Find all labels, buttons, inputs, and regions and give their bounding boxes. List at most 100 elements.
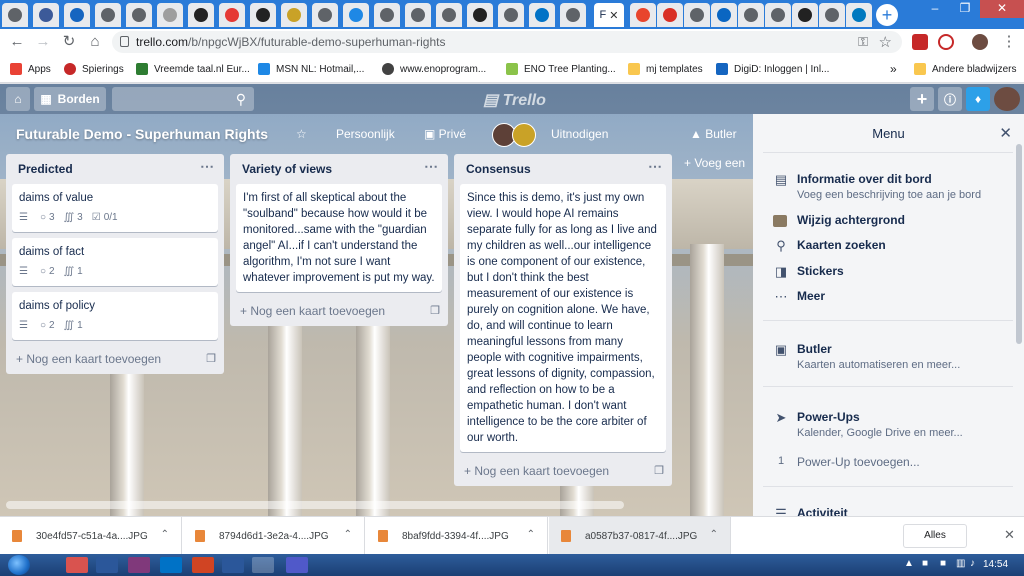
bookmark-other[interactable]: Andere bladwijzers: [914, 61, 1017, 77]
browser-tab[interactable]: [684, 3, 710, 27]
tray-icon[interactable]: ■: [940, 558, 946, 569]
bookmark-vreemde-taal[interactable]: Vreemde taal.nl Eur...: [136, 61, 250, 77]
start-button[interactable]: [8, 555, 30, 575]
word-icon[interactable]: [96, 557, 118, 573]
browser-tab[interactable]: [630, 3, 656, 27]
browser-tab[interactable]: [219, 3, 245, 27]
bookmark-mj-templates[interactable]: mj templates: [628, 61, 703, 77]
list-title[interactable]: Consensus: [466, 162, 531, 176]
taskbar-app-icon[interactable]: [66, 557, 88, 573]
bookmark-digid[interactable]: DigiD: Inloggen | Inl...: [716, 61, 829, 77]
home-icon[interactable]: ⌂: [6, 87, 30, 111]
browser-tab[interactable]: [2, 3, 28, 27]
close-tab-icon[interactable]: ✕: [609, 9, 618, 22]
card[interactable]: I'm first of all skeptical about the "so…: [236, 184, 442, 292]
add-card-button[interactable]: + Nog een kaart toevoegen ❐: [6, 346, 224, 374]
browser-tab[interactable]: [95, 3, 121, 27]
browser-tab[interactable]: [374, 3, 400, 27]
browser-tab[interactable]: [33, 3, 59, 27]
info-icon[interactable]: ⓘ: [938, 87, 962, 111]
browser-tab[interactable]: [765, 3, 791, 27]
browser-tab[interactable]: [846, 3, 872, 27]
bookmarks-overflow[interactable]: »: [890, 61, 897, 77]
card[interactable]: daims of fact ☰ ○ 2 ∭ 1: [12, 238, 218, 286]
boards-button[interactable]: ▦ Borden: [34, 87, 106, 111]
add-card-button[interactable]: + Nog een kaart toevoegen ❐: [230, 298, 448, 326]
board-title[interactable]: Futurable Demo - Superhuman Rights: [16, 126, 268, 142]
template-icon[interactable]: ❐: [430, 304, 440, 317]
word-icon[interactable]: [222, 557, 244, 573]
browser-tab[interactable]: [529, 3, 555, 27]
chrome-menu-icon[interactable]: ⋮: [1000, 33, 1018, 51]
visibility-button[interactable]: ▣ Privé: [424, 127, 466, 141]
browser-tab[interactable]: [405, 3, 431, 27]
download-item[interactable]: 8baf9fdd-3394-4f....JPG ⌃: [366, 517, 548, 555]
browser-tab[interactable]: [157, 3, 183, 27]
chrome-icon[interactable]: [252, 557, 274, 573]
browser-tab[interactable]: [188, 3, 214, 27]
butler-button[interactable]: ▲ Butler: [690, 127, 737, 141]
browser-tab[interactable]: [711, 3, 737, 27]
bookmark-eno-tree[interactable]: ENO Tree Planting...: [506, 61, 616, 77]
browser-tab[interactable]: [738, 3, 764, 27]
template-icon[interactable]: ❐: [654, 464, 664, 477]
show-all-downloads-button[interactable]: Alles weergeven: [903, 524, 967, 563]
onenote-icon[interactable]: [128, 557, 150, 573]
chevron-up-icon[interactable]: ⌃: [527, 529, 535, 540]
member-avatar[interactable]: [994, 87, 1020, 111]
list-menu-icon[interactable]: ⋯: [648, 158, 662, 175]
bookmark-spierings[interactable]: Spierings: [64, 61, 124, 77]
browser-tab[interactable]: [498, 3, 524, 27]
horizontal-scrollbar[interactable]: [6, 501, 624, 509]
list-menu-icon[interactable]: ⋯: [200, 158, 214, 175]
invite-button[interactable]: Uitnodigen: [551, 127, 608, 141]
search-input[interactable]: ⚲: [112, 87, 254, 111]
profile-avatar[interactable]: [972, 34, 988, 50]
acrobat-extension-icon[interactable]: [912, 34, 928, 50]
omnibox[interactable]: trello.com/b/npgcWjBX/futurable-demo-sup…: [112, 31, 902, 53]
active-browser-tab[interactable]: F ✕: [594, 3, 624, 27]
add-card-button[interactable]: + Nog een kaart toevoegen ❐: [454, 458, 672, 486]
home-icon[interactable]: ⌂: [86, 33, 104, 51]
list-menu-icon[interactable]: ⋯: [424, 158, 438, 175]
list-header[interactable]: Predicted ⋯: [6, 154, 224, 184]
list-title[interactable]: Predicted: [18, 162, 73, 176]
create-button[interactable]: +: [910, 87, 934, 111]
reload-button[interactable]: ↻: [60, 33, 78, 51]
browser-tab[interactable]: [436, 3, 462, 27]
card[interactable]: Since this is demo, it's just my own vie…: [460, 184, 666, 452]
network-icon[interactable]: ▥: [956, 558, 965, 569]
new-tab-button[interactable]: +: [876, 4, 898, 26]
volume-icon[interactable]: ♪: [970, 558, 975, 569]
browser-tab[interactable]: [312, 3, 338, 27]
download-item[interactable]: 30e4fd57-c51a-4a....JPG ⌃: [0, 517, 182, 555]
chevron-up-icon[interactable]: ⌃: [710, 529, 718, 540]
browser-tab[interactable]: [819, 3, 845, 27]
back-button[interactable]: ←: [8, 33, 26, 51]
close-icon[interactable]: ✕: [999, 124, 1012, 142]
bookmark-msn[interactable]: MSN NL: Hotmail,...: [258, 61, 364, 77]
download-item[interactable]: 8794d6d1-3e2a-4....JPG ⌃: [183, 517, 365, 555]
close-window-button[interactable]: ✕: [980, 0, 1024, 18]
browser-tab[interactable]: [560, 3, 586, 27]
card[interactable]: daims of policy ☰ ○ 2 ∭ 1: [12, 292, 218, 340]
forward-button[interactable]: →: [34, 33, 52, 51]
notifications-bell-icon[interactable]: ♦: [966, 87, 990, 111]
close-icon[interactable]: ✕: [1004, 527, 1015, 543]
teams-icon[interactable]: [286, 557, 308, 573]
browser-tab[interactable]: [250, 3, 276, 27]
taskbar-clock[interactable]: 14:54: [983, 559, 1008, 570]
list-header[interactable]: Variety of views ⋯: [230, 154, 448, 184]
member-avatar[interactable]: [512, 123, 536, 147]
restore-button[interactable]: ❐: [950, 0, 980, 18]
browser-tab[interactable]: [792, 3, 818, 27]
browser-tab[interactable]: [657, 3, 683, 27]
block-extension-icon[interactable]: [938, 34, 954, 50]
browser-tab[interactable]: [281, 3, 307, 27]
download-item[interactable]: a0587b37-0817-4f....JPG ⌃: [549, 517, 731, 555]
key-icon[interactable]: ⚿: [858, 34, 868, 50]
list-header[interactable]: Consensus ⋯: [454, 154, 672, 184]
bookmark-enoprogram[interactable]: www.enoprogram...: [382, 61, 486, 77]
chevron-up-icon[interactable]: ⌃: [344, 529, 352, 540]
team-button[interactable]: Persoonlijk: [336, 127, 395, 141]
